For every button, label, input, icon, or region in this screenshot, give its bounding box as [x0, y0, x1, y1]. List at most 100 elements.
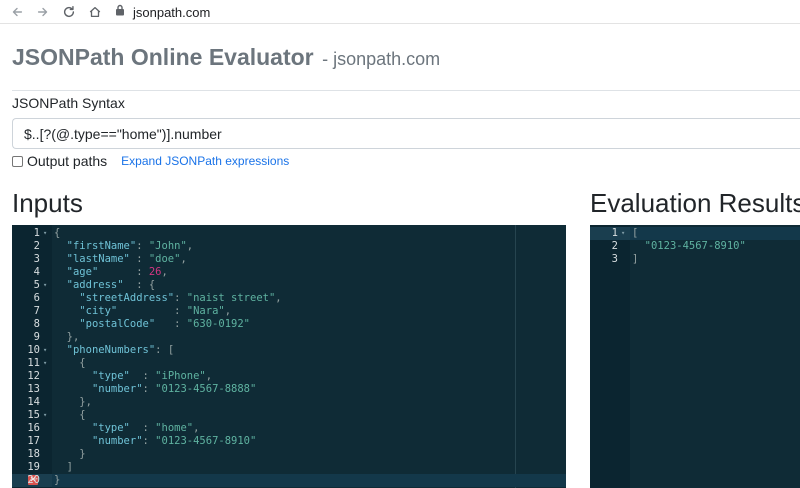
inputs-code-text: "address" : { [54, 279, 156, 292]
lock-icon [115, 3, 125, 21]
json-key: "phoneNumbers" [66, 344, 156, 356]
line-number: 1 [611, 227, 618, 239]
inputs-code-text: { [54, 227, 60, 240]
json-punctuation: : [174, 292, 187, 304]
inputs-code-text: "number": "0123-4567-8888" [54, 383, 256, 396]
fold-arrow-icon[interactable]: ▾ [43, 357, 47, 370]
inputs-code-line: 6 "streetAddress": "naist street", [12, 292, 566, 305]
json-string: "630-0192" [186, 318, 250, 330]
inputs-code-text: "lastName" : "doe", [54, 253, 187, 266]
json-string: "doe" [148, 253, 181, 265]
results-code-text: ] [632, 253, 638, 266]
results-code-text: [ [632, 227, 638, 240]
json-key: "type" [91, 422, 130, 434]
fold-arrow-icon[interactable]: ▾ [43, 344, 47, 357]
line-number: 8 [33, 318, 40, 330]
inputs-code-line: 13 "number": "0123-4567-8888" [12, 383, 566, 396]
page-title-main: JSONPath Online Evaluator [12, 44, 314, 70]
line-number: 17 [27, 435, 40, 447]
line-number: 15 [27, 409, 40, 421]
json-punctuation: ] [54, 461, 73, 473]
line-number: 20 [27, 474, 40, 486]
results-editor[interactable]: 1 ▾ [2 "0123-4567-8910" 3] [590, 225, 800, 488]
line-number: 11 [27, 357, 40, 369]
json-punctuation: }, [54, 331, 80, 343]
page-title-subtitle: - jsonpath.com [322, 49, 441, 69]
json-punctuation [54, 292, 79, 304]
inputs-editor[interactable]: 1 ▾{2 "firstName": "John", 3 "lastName" : … [12, 225, 566, 488]
line-number: 5 [33, 279, 40, 291]
json-punctuation: ] [632, 253, 639, 265]
json-punctuation: : [142, 383, 156, 395]
inputs-code-line: 8 "postalCode" : "630-0192" [12, 318, 566, 331]
json-key: "address" [66, 279, 124, 291]
output-paths-checkbox[interactable] [12, 155, 23, 167]
json-string: "0123-4567-8910" [644, 240, 746, 252]
json-number: 26 [148, 266, 162, 278]
results-code-line: 2 "0123-4567-8910" [590, 240, 800, 253]
inputs-code-line: 1 ▾ { [12, 227, 566, 240]
inputs-code-text: "number": "0123-4567-8910" [54, 435, 256, 448]
line-number: 9 [33, 331, 40, 343]
inputs-code-line: 16 "type" : "home", [12, 422, 566, 435]
json-punctuation [54, 279, 67, 291]
reload-icon[interactable] [60, 3, 78, 21]
inputs-code-text: "city" : "Nara", [54, 305, 231, 318]
json-punctuation [54, 435, 92, 447]
json-punctuation: : [129, 253, 149, 265]
output-paths-label[interactable]: Output paths [27, 153, 107, 169]
line-number: 19 [27, 461, 40, 473]
jsonpath-input[interactable] [12, 118, 800, 149]
json-key: "streetAddress" [79, 292, 175, 304]
json-punctuation [54, 266, 67, 278]
inputs-code-line: 7 "city" : "Nara", [12, 305, 566, 318]
inputs-code-line: 12 "type" : "iPhone", [12, 370, 566, 383]
json-punctuation: [ [632, 227, 639, 239]
json-punctuation: , [205, 370, 213, 382]
inputs-code-line: 18 } [12, 448, 566, 461]
line-number: 3 [33, 253, 40, 265]
json-punctuation: , [275, 292, 282, 304]
line-number: 2 [33, 240, 40, 252]
options-row: Output paths Expand JSONPath expressions [12, 153, 289, 169]
inputs-code-text: } [54, 474, 60, 487]
inputs-code-line: 11 ▾ { [12, 357, 566, 370]
json-key: "age" [66, 266, 99, 278]
json-punctuation: : { [123, 279, 156, 291]
json-punctuation [54, 253, 67, 265]
address-bar[interactable]: jsonpath.com [115, 3, 210, 21]
results-heading: Evaluation Results [590, 188, 800, 218]
inputs-code-text: "type" : "home", [54, 422, 200, 435]
json-key: "city" [79, 305, 118, 317]
json-punctuation: : [129, 370, 156, 382]
json-string: "John" [148, 240, 187, 252]
json-string: "0123-4567-8910" [155, 435, 257, 447]
inputs-code-line: 17 "number": "0123-4567-8910" [12, 435, 566, 448]
json-punctuation: : [136, 240, 149, 252]
inputs-code-text: "firstName": "John", [54, 240, 193, 253]
home-icon[interactable] [86, 3, 104, 21]
fold-arrow-icon[interactable]: ▾ [621, 227, 625, 240]
fold-arrow-icon[interactable]: ▾ [43, 279, 47, 292]
line-number: 14 [27, 396, 40, 408]
inputs-code-line: 4 "age" : 26, [12, 266, 566, 279]
json-punctuation: , [161, 266, 168, 278]
json-punctuation [54, 383, 92, 395]
line-number: 10 [27, 344, 40, 356]
inputs-code-line: 19 ] [12, 461, 566, 474]
inputs-code-text: { [54, 409, 85, 422]
json-punctuation: , [180, 253, 187, 265]
json-string: "naist street" [186, 292, 276, 304]
forward-arrow-icon[interactable] [34, 3, 52, 21]
json-string: "iPhone" [155, 370, 206, 382]
inputs-code-text: }, [54, 331, 80, 344]
fold-arrow-icon[interactable]: ▾ [43, 227, 47, 240]
inputs-code-text: ] [54, 461, 73, 474]
expand-expressions-link[interactable]: Expand JSONPath expressions [121, 154, 289, 168]
results-code-line: 3] [590, 253, 800, 266]
inputs-code-text: "phoneNumbers": [ [54, 344, 174, 357]
back-arrow-icon[interactable] [8, 3, 26, 21]
inputs-code-line: 9 }, [12, 331, 566, 344]
fold-arrow-icon[interactable]: ▾ [43, 409, 47, 422]
json-string: "home" [155, 422, 194, 434]
